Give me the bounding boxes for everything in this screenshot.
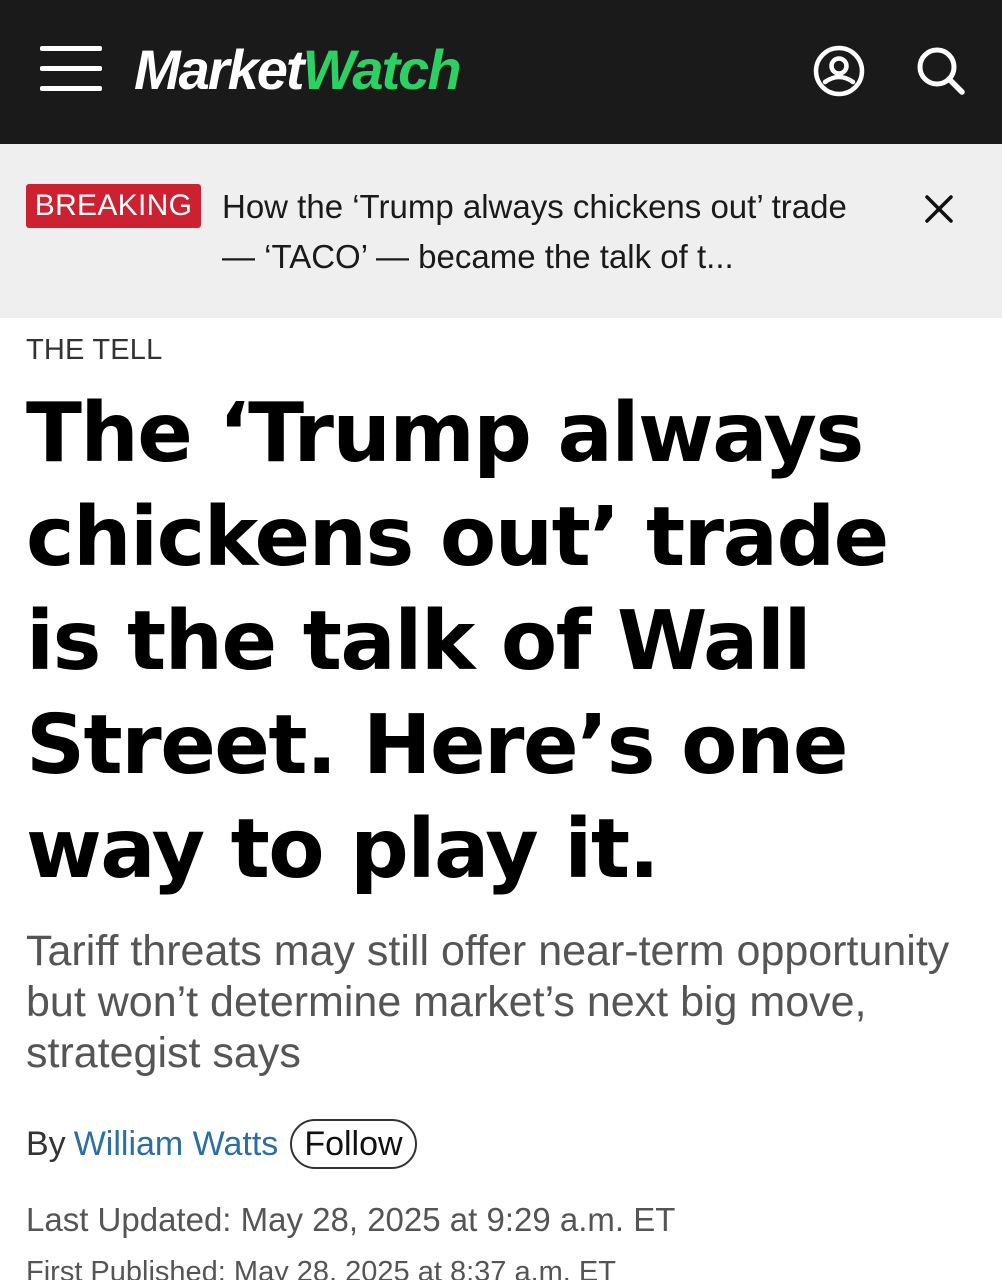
logo-watch-text: Watch bbox=[302, 38, 462, 101]
breaking-news-banner: BREAKING How the ‘Trump always chickens … bbox=[0, 144, 1002, 318]
logo-market-text: Market bbox=[134, 38, 305, 101]
section-kicker[interactable]: THE TELL bbox=[26, 334, 162, 367]
menu-line bbox=[40, 86, 102, 91]
search-icon[interactable] bbox=[914, 44, 968, 98]
user-account-icon[interactable] bbox=[812, 44, 866, 98]
article-subheadline: Tariff threats may still offer near-term… bbox=[26, 927, 950, 1077]
site-header: MarketWatch bbox=[0, 0, 1002, 144]
hamburger-menu-icon[interactable] bbox=[40, 46, 102, 94]
close-icon[interactable] bbox=[922, 192, 956, 226]
menu-line bbox=[40, 46, 102, 51]
menu-line bbox=[40, 66, 102, 71]
article-headline: The ‘Trump always chickens out’ trade is… bbox=[26, 386, 889, 897]
author-link[interactable]: William Watts bbox=[74, 1125, 279, 1164]
breaking-badge: BREAKING bbox=[26, 184, 201, 228]
last-updated-timestamp: Last Updated: May 28, 2025 at 9:29 a.m. … bbox=[26, 1201, 676, 1238]
byline: By William Watts Follow bbox=[26, 1118, 417, 1170]
follow-button[interactable]: Follow bbox=[290, 1119, 417, 1169]
breaking-headline-link[interactable]: How the ‘Trump always chickens out’ trad… bbox=[222, 182, 862, 282]
first-published-timestamp: First Published: May 28, 2025 at 8:37 a.… bbox=[26, 1256, 616, 1280]
marketwatch-logo[interactable]: MarketWatch bbox=[134, 38, 462, 102]
byline-prefix: By bbox=[26, 1124, 66, 1163]
